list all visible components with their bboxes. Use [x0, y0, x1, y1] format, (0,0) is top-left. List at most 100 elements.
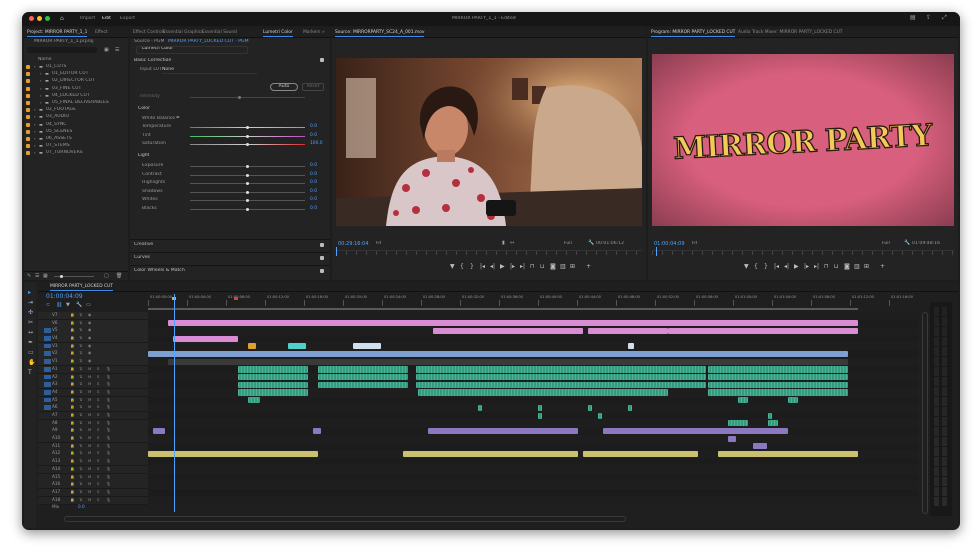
tab-effects[interactable]: Effect — [95, 29, 108, 36]
play-icon[interactable]: ▶ — [500, 264, 505, 270]
chevron-right-icon[interactable]: › — [34, 64, 36, 70]
linked-selection-icon[interactable]: ⛓ — [56, 302, 62, 308]
bin-item[interactable]: › ▬ 04_LOCKED CUT — [26, 93, 126, 100]
program-playhead[interactable] — [656, 247, 657, 256]
chevron-right-icon[interactable]: › — [34, 122, 36, 128]
nav-import[interactable]: Import — [80, 16, 95, 22]
solo-icon[interactable]: S — [97, 481, 99, 486]
exposure-slider[interactable] — [190, 165, 305, 168]
source-quality-select[interactable]: Full — [564, 241, 572, 247]
bin-color-label[interactable] — [26, 151, 30, 156]
lock-icon[interactable]: 🔒 — [70, 427, 75, 432]
mic-icon[interactable]: 🎙 — [106, 435, 111, 440]
mix-value[interactable]: 0.0 — [78, 504, 85, 509]
slider-value[interactable]: 0.0 — [310, 180, 317, 186]
chevron-right-icon[interactable]: › — [40, 100, 42, 106]
section-creative[interactable]: Creative — [134, 242, 153, 248]
nav-export[interactable]: Export — [120, 16, 135, 22]
step-forward-icon[interactable]: |▸ — [804, 264, 809, 270]
source-time-ruler[interactable] — [336, 250, 642, 255]
new-item-icon[interactable]: ▢ — [104, 273, 109, 279]
source-patch-toggle[interactable] — [44, 336, 51, 341]
solo-icon[interactable]: S — [97, 374, 99, 379]
minimize-window-button[interactable] — [37, 16, 42, 21]
selection-tool-icon[interactable]: ▸ — [28, 290, 31, 296]
overwrite-icon[interactable]: ⊔ — [834, 264, 839, 270]
slider-knob[interactable] — [246, 207, 249, 211]
adjustment-layer-clip[interactable] — [433, 327, 583, 335]
export-frame-icon[interactable]: ◙ — [844, 264, 850, 270]
track-select-tool-icon[interactable]: ⇥ — [28, 300, 33, 306]
bin-item[interactable]: › ▬ 03_FINE CUT — [26, 86, 126, 93]
marker-clip[interactable] — [248, 343, 256, 350]
section-checkbox[interactable] — [320, 243, 324, 247]
audio-clip[interactable] — [768, 412, 772, 419]
light-section-heading[interactable]: Light — [138, 153, 149, 159]
mute-icon[interactable]: M — [88, 489, 91, 494]
sync-icon[interactable]: ⇅ — [79, 374, 82, 379]
bin-item[interactable]: › ▬ 02_DIRECTOR CUT — [26, 78, 126, 85]
audio-clip[interactable] — [318, 381, 408, 388]
icon-view-icon[interactable]: ▦ — [43, 273, 48, 279]
audio-clip[interactable] — [708, 381, 848, 388]
contrast-slider[interactable] — [190, 173, 305, 177]
audio-clip[interactable] — [318, 374, 408, 381]
solo-icon[interactable]: S — [97, 366, 99, 371]
source-patch-toggle[interactable] — [44, 467, 51, 472]
step-back-icon[interactable]: ◂| — [490, 264, 495, 270]
adjustment-layer-clip[interactable] — [668, 327, 858, 335]
audio-clip[interactable] — [768, 420, 778, 427]
audio-clip[interactable] — [238, 366, 308, 373]
source-patch-toggle[interactable] — [44, 389, 51, 395]
slider-knob[interactable] — [246, 143, 249, 146]
solo-icon[interactable]: S — [97, 443, 99, 448]
mic-icon[interactable]: 🎙 — [106, 443, 111, 448]
mic-icon[interactable]: 🎙 — [106, 497, 111, 502]
mic-icon[interactable]: 🎙 — [106, 389, 111, 394]
captions-icon[interactable]: ▭ — [86, 302, 91, 308]
ripple-edit-tool-icon[interactable]: ✣ — [28, 310, 33, 316]
bin-color-label[interactable] — [26, 86, 30, 91]
rectangle-tool-icon[interactable]: ▭ — [28, 350, 34, 356]
insert-icon[interactable]: ⊓ — [824, 264, 829, 270]
solo-icon[interactable]: S — [97, 435, 99, 440]
lock-icon[interactable]: 🔒 — [70, 489, 75, 494]
shadows-slider[interactable] — [190, 190, 305, 194]
bin-item[interactable]: › ▬ 05_SCENES — [26, 129, 126, 136]
audio-clip[interactable] — [478, 404, 482, 411]
program-fit-select[interactable]: Fit — [692, 241, 697, 247]
compare-icon[interactable]: ▥ — [560, 264, 566, 270]
bin-color-label[interactable] — [26, 101, 30, 105]
sync-icon[interactable]: ⇅ — [79, 397, 82, 402]
pencil-icon[interactable]: ✎ — [27, 273, 31, 279]
mic-icon[interactable]: 🎙 — [106, 374, 111, 379]
adjustment-layer-clip[interactable] — [588, 327, 668, 335]
source-patch-toggle[interactable] — [44, 321, 51, 326]
section-curves[interactable]: Curves — [134, 255, 150, 261]
column-name-header[interactable]: Name — [38, 57, 52, 63]
export-frame-icon[interactable]: ◙ — [550, 264, 556, 270]
hand-tool-icon[interactable]: ✋ — [28, 360, 35, 366]
bin-color-label[interactable] — [26, 65, 30, 69]
lock-icon[interactable]: 🔒 — [70, 497, 75, 502]
close-window-button[interactable] — [29, 16, 34, 21]
tab-source-monitor[interactable]: Source: MIRRORPARTY_SC24_A_001.mov — [335, 29, 425, 37]
slider-knob[interactable] — [246, 190, 249, 194]
basic-correction-checkbox[interactable] — [320, 58, 324, 62]
lock-icon[interactable]: 🔒 — [70, 320, 75, 325]
bin-color-label[interactable] — [26, 79, 30, 84]
mic-icon[interactable]: 🎙 — [106, 366, 111, 371]
step-back-icon[interactable]: ◂| — [784, 264, 789, 270]
source-patch-toggle[interactable] — [44, 359, 51, 364]
sync-icon[interactable]: ⇅ — [79, 320, 82, 325]
eye-icon[interactable]: ◉ — [88, 358, 91, 363]
audio-clip[interactable] — [416, 374, 706, 381]
graphic-clip[interactable] — [353, 343, 381, 350]
lock-icon[interactable]: 🔒 — [70, 389, 75, 394]
sync-icon[interactable]: ⇅ — [79, 312, 82, 317]
sync-icon[interactable]: ⇅ — [79, 450, 82, 455]
solo-icon[interactable]: S — [97, 466, 99, 471]
music-clip[interactable] — [583, 450, 698, 458]
zoom-slider[interactable] — [54, 275, 94, 278]
audio-clip[interactable] — [708, 374, 848, 381]
